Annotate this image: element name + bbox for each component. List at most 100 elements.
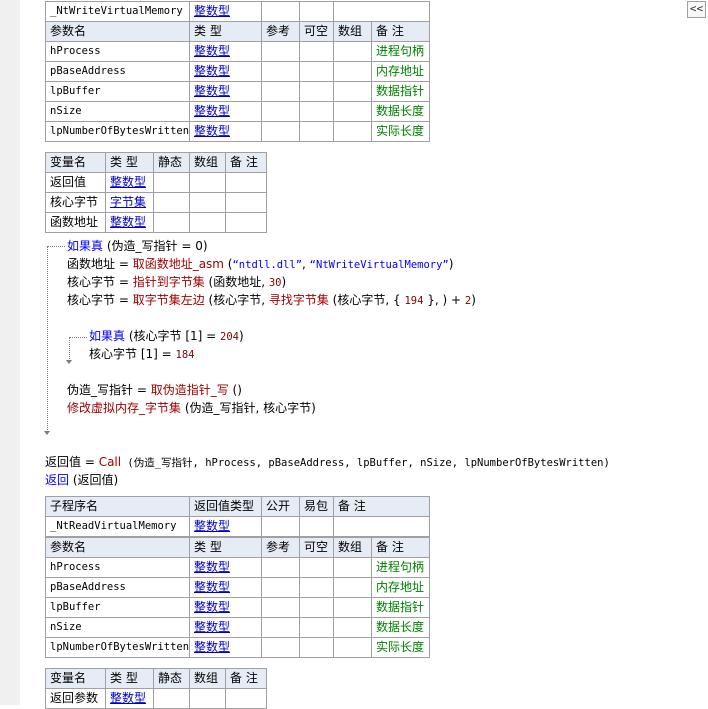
var-name[interactable]: 返回值	[45, 172, 106, 193]
easy-pkg-cell[interactable]	[299, 1, 334, 22]
param-nullable[interactable]	[299, 637, 334, 658]
param-type[interactable]: 整数型	[194, 580, 230, 594]
var-type[interactable]: 字节集	[110, 195, 146, 209]
var-array[interactable]	[189, 688, 226, 709]
public-cell[interactable]	[261, 1, 300, 22]
var-static[interactable]	[153, 192, 190, 213]
param-array[interactable]	[333, 61, 372, 82]
var-array[interactable]	[189, 172, 226, 193]
param-row[interactable]: hProcess 整数型 进程句柄	[45, 41, 430, 62]
param-type-cell[interactable]: 整数型	[189, 637, 262, 658]
param-nullable[interactable]	[299, 597, 334, 618]
code-line[interactable]: 核心字节 = 取字节集左边 (核心字节, 寻找字节集 (核心字节, { 194 …	[67, 291, 476, 309]
code-line[interactable]: 修改虚拟内存_字节集 (伪造_写指针, 核心字节)	[67, 399, 316, 417]
param-name[interactable]: lpNumberOfBytesWritten	[45, 121, 190, 142]
call-function[interactable]: 取伪造指针_写	[151, 383, 229, 397]
param-row[interactable]: hProcess 整数型 进程句柄	[45, 557, 430, 578]
call-function[interactable]: 取字节集左边	[133, 293, 205, 307]
var-array[interactable]	[189, 212, 226, 233]
param-nullable[interactable]	[299, 577, 334, 598]
param-nullable[interactable]	[299, 557, 334, 578]
param-note[interactable]: 实际长度	[371, 121, 430, 142]
param-name[interactable]: pBaseAddress	[45, 61, 190, 82]
var-row[interactable]: 返回值 整数型	[45, 172, 267, 193]
param-note[interactable]: 进程句柄	[371, 557, 430, 578]
sub-note-cell[interactable]	[333, 516, 430, 537]
param-ref[interactable]	[261, 101, 300, 122]
param-name[interactable]: nSize	[45, 617, 190, 638]
param-nullable[interactable]	[299, 617, 334, 638]
return-type-value[interactable]: 整数型	[194, 519, 230, 533]
param-array[interactable]	[333, 81, 372, 102]
param-row[interactable]: lpNumberOfBytesWritten 整数型 实际长度	[45, 121, 430, 142]
param-row[interactable]: lpNumberOfBytesWritten 整数型 实际长度	[45, 637, 430, 658]
param-ref[interactable]	[261, 637, 300, 658]
param-ref[interactable]	[261, 61, 300, 82]
param-array[interactable]	[333, 41, 372, 62]
return-keyword[interactable]: 返回	[45, 473, 69, 487]
sub-name-row[interactable]: _NtReadVirtualMemory 整数型	[45, 516, 430, 537]
param-type[interactable]: 整数型	[194, 84, 230, 98]
param-type[interactable]: 整数型	[194, 600, 230, 614]
param-type-cell[interactable]: 整数型	[189, 617, 262, 638]
param-array[interactable]	[333, 597, 372, 618]
var-note[interactable]	[225, 192, 267, 213]
param-nullable[interactable]	[299, 61, 334, 82]
param-name[interactable]: lpBuffer	[45, 597, 190, 618]
param-type-cell[interactable]: 整数型	[189, 557, 262, 578]
code-line[interactable]: 函数地址 = 取函数地址_asm (“ntdll.dll”, “NtWriteV…	[67, 255, 453, 273]
code-line-if[interactable]: 如果真 (核心字节 [1] = 204)	[89, 327, 244, 345]
var-array[interactable]	[189, 192, 226, 213]
param-name[interactable]: lpBuffer	[45, 81, 190, 102]
param-type[interactable]: 整数型	[194, 104, 230, 118]
param-note[interactable]: 数据指针	[371, 597, 430, 618]
easy-pkg-cell[interactable]	[299, 516, 334, 537]
code-line-return[interactable]: 返回 (返回值)	[45, 471, 118, 489]
param-name[interactable]: pBaseAddress	[45, 577, 190, 598]
call-function[interactable]: 修改虚拟内存_字节集	[67, 401, 181, 415]
param-type[interactable]: 整数型	[194, 44, 230, 58]
var-row[interactable]: 核心字节 字节集	[45, 192, 267, 213]
code-line[interactable]: 核心字节 = 指针到字节集 (函数地址, 30)	[67, 273, 286, 291]
param-array[interactable]	[333, 101, 372, 122]
param-row[interactable]: pBaseAddress 整数型 内存地址	[45, 61, 430, 82]
param-array[interactable]	[333, 617, 372, 638]
param-type-cell[interactable]: 整数型	[189, 101, 262, 122]
var-type-cell[interactable]: 字节集	[105, 192, 154, 213]
call-function[interactable]: 取函数地址_asm	[133, 257, 224, 271]
param-ref[interactable]	[261, 121, 300, 142]
call-function[interactable]: 寻找字节集	[269, 293, 329, 307]
param-ref[interactable]	[261, 577, 300, 598]
param-type-cell[interactable]: 整数型	[189, 121, 262, 142]
var-note[interactable]	[225, 172, 267, 193]
param-type[interactable]: 整数型	[194, 560, 230, 574]
if-keyword[interactable]: 如果真	[89, 329, 125, 343]
param-ref[interactable]	[261, 41, 300, 62]
sub-note-cell[interactable]	[333, 1, 430, 22]
code-line-if[interactable]: 如果真 (伪造_写指针 = 0)	[67, 237, 208, 255]
param-note[interactable]: 数据指针	[371, 81, 430, 102]
code-line[interactable]: 返回值 = Call (伪造_写指针, hProcess, pBaseAddre…	[45, 453, 610, 471]
param-type-cell[interactable]: 整数型	[189, 577, 262, 598]
call-function[interactable]: Call	[99, 455, 121, 469]
call-function[interactable]: 指针到字节集	[133, 275, 205, 289]
param-array[interactable]	[333, 577, 372, 598]
sub-name[interactable]: _NtReadVirtualMemory	[45, 516, 190, 537]
if-keyword[interactable]: 如果真	[67, 239, 103, 253]
param-row[interactable]: nSize 整数型 数据长度	[45, 101, 430, 122]
param-array[interactable]	[333, 121, 372, 142]
var-static[interactable]	[153, 212, 190, 233]
return-type-value[interactable]: 整数型	[194, 4, 230, 18]
param-type[interactable]: 整数型	[194, 640, 230, 654]
param-type-cell[interactable]: 整数型	[189, 81, 262, 102]
sub-name[interactable]: _NtWriteVirtualMemory	[45, 1, 190, 22]
var-note[interactable]	[225, 212, 267, 233]
var-name[interactable]: 核心字节	[45, 192, 106, 213]
var-type[interactable]: 整数型	[110, 691, 146, 705]
collapse-panel-button[interactable]: <<	[687, 1, 706, 18]
var-row[interactable]: 返回参数 整数型	[45, 688, 267, 709]
param-row[interactable]: pBaseAddress 整数型 内存地址	[45, 577, 430, 598]
var-static[interactable]	[153, 688, 190, 709]
var-static[interactable]	[153, 172, 190, 193]
param-type-cell[interactable]: 整数型	[189, 41, 262, 62]
